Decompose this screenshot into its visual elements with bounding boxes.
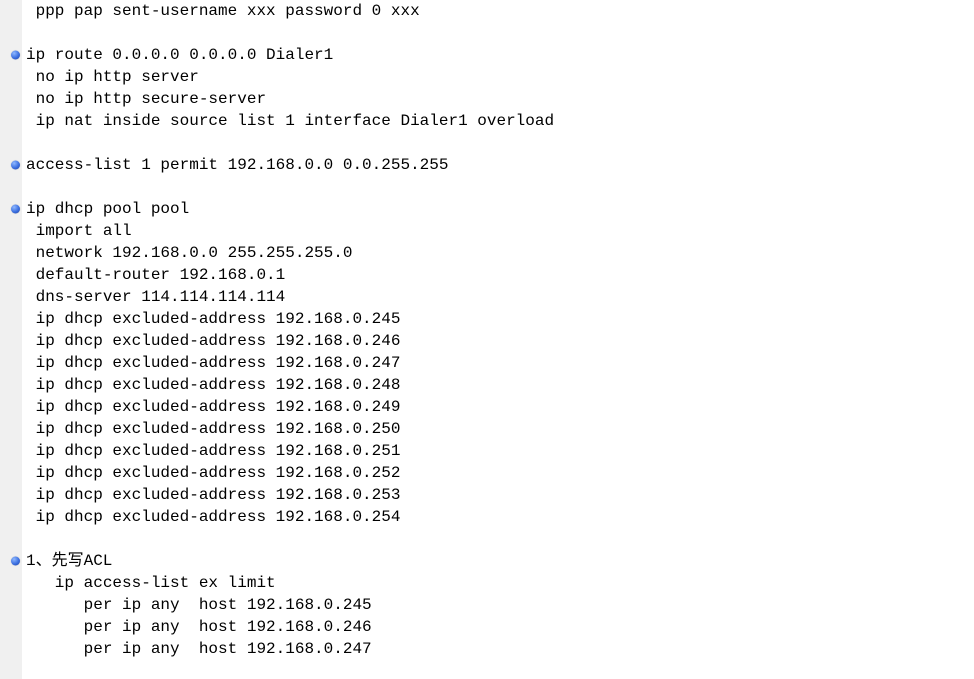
code-line[interactable]: ip route 0.0.0.0 0.0.0.0 Dialer1 <box>22 44 974 66</box>
code-line-text: dns-server 114.114.114.114 <box>22 286 285 308</box>
code-line[interactable]: ip dhcp pool pool <box>22 198 974 220</box>
code-line[interactable]: network 192.168.0.0 255.255.255.0 <box>22 242 974 264</box>
gutter-line <box>0 462 18 484</box>
code-line-text: ip route 0.0.0.0 0.0.0.0 Dialer1 <box>22 44 333 66</box>
code-line-text: no ip http secure-server <box>22 88 266 110</box>
gutter-line <box>0 22 18 44</box>
code-line-text: access-list 1 permit 192.168.0.0 0.0.255… <box>22 154 448 176</box>
editor-gutter <box>0 0 22 679</box>
code-line-text: ip dhcp excluded-address 192.168.0.250 <box>22 418 400 440</box>
gutter-line <box>0 418 18 440</box>
gutter-line <box>0 572 18 594</box>
code-line[interactable] <box>22 132 974 154</box>
code-line-text: ip dhcp excluded-address 192.168.0.251 <box>22 440 400 462</box>
code-line-text: ip dhcp excluded-address 192.168.0.248 <box>22 374 400 396</box>
gutter-line <box>0 132 18 154</box>
gutter-line <box>0 264 18 286</box>
gutter-line <box>0 330 18 352</box>
gutter-line <box>0 110 18 132</box>
code-line-text: default-router 192.168.0.1 <box>22 264 285 286</box>
code-line[interactable]: ip access-list ex limit <box>22 572 974 594</box>
code-line[interactable]: ip dhcp excluded-address 192.168.0.253 <box>22 484 974 506</box>
code-line-text: per ip any host 192.168.0.245 <box>22 594 372 616</box>
gutter-line <box>0 220 18 242</box>
gutter-line <box>0 176 18 198</box>
code-line-text: ip dhcp excluded-address 192.168.0.247 <box>22 352 400 374</box>
code-line-text: ppp pap sent-username xxx password 0 xxx <box>22 0 420 22</box>
code-line-text: per ip any host 192.168.0.247 <box>22 638 372 660</box>
code-line-text: 1、先写ACL <box>22 550 112 572</box>
code-line[interactable]: ppp pap sent-username xxx password 0 xxx <box>22 0 974 22</box>
gutter-line <box>0 638 18 660</box>
gutter-line <box>0 594 18 616</box>
code-line[interactable]: access-list 1 permit 192.168.0.0 0.0.255… <box>22 154 974 176</box>
code-line[interactable]: dns-server 114.114.114.114 <box>22 286 974 308</box>
gutter-line <box>0 484 18 506</box>
code-line[interactable]: import all <box>22 220 974 242</box>
code-line[interactable]: ip nat inside source list 1 interface Di… <box>22 110 974 132</box>
code-line[interactable]: no ip http secure-server <box>22 88 974 110</box>
code-line[interactable]: ip dhcp excluded-address 192.168.0.252 <box>22 462 974 484</box>
code-line[interactable]: per ip any host 192.168.0.246 <box>22 616 974 638</box>
gutter-line <box>0 242 18 264</box>
fold-marker-icon[interactable] <box>11 161 20 170</box>
code-line[interactable]: ip dhcp excluded-address 192.168.0.248 <box>22 374 974 396</box>
code-line[interactable] <box>22 22 974 44</box>
code-line[interactable]: ip dhcp excluded-address 192.168.0.251 <box>22 440 974 462</box>
code-line-text: ip dhcp excluded-address 192.168.0.249 <box>22 396 400 418</box>
code-line[interactable]: per ip any host 192.168.0.247 <box>22 638 974 660</box>
gutter-line <box>0 308 18 330</box>
gutter-line <box>0 374 18 396</box>
code-line-text: per ip any host 192.168.0.246 <box>22 616 372 638</box>
code-line[interactable]: ip dhcp excluded-address 192.168.0.247 <box>22 352 974 374</box>
code-line[interactable]: ip dhcp excluded-address 192.168.0.254 <box>22 506 974 528</box>
editor-code-area[interactable]: ppp pap sent-username xxx password 0 xxx… <box>22 0 974 679</box>
fold-marker-icon[interactable] <box>11 51 20 60</box>
gutter-line <box>0 440 18 462</box>
code-line[interactable]: default-router 192.168.0.1 <box>22 264 974 286</box>
gutter-line <box>0 396 18 418</box>
fold-marker-icon[interactable] <box>11 557 20 566</box>
code-line-text: ip dhcp excluded-address 192.168.0.254 <box>22 506 400 528</box>
code-line-text: ip dhcp excluded-address 192.168.0.246 <box>22 330 400 352</box>
code-line[interactable]: ip dhcp excluded-address 192.168.0.250 <box>22 418 974 440</box>
code-line-text: ip access-list ex limit <box>22 572 276 594</box>
code-line[interactable]: per ip any host 192.168.0.245 <box>22 594 974 616</box>
gutter-line <box>0 0 18 22</box>
gutter-line <box>0 506 18 528</box>
code-line[interactable] <box>22 176 974 198</box>
gutter-line <box>0 286 18 308</box>
gutter-line <box>0 66 18 88</box>
code-line-text: ip dhcp pool pool <box>22 198 189 220</box>
code-line-text: import all <box>22 220 132 242</box>
code-line-text: ip dhcp excluded-address 192.168.0.252 <box>22 462 400 484</box>
code-line[interactable]: 1、先写ACL <box>22 550 974 572</box>
gutter-line <box>0 352 18 374</box>
gutter-line <box>0 88 18 110</box>
code-line[interactable] <box>22 528 974 550</box>
code-line[interactable]: ip dhcp excluded-address 192.168.0.246 <box>22 330 974 352</box>
code-line[interactable]: no ip http server <box>22 66 974 88</box>
text-editor[interactable]: ppp pap sent-username xxx password 0 xxx… <box>0 0 974 679</box>
code-line-text: network 192.168.0.0 255.255.255.0 <box>22 242 352 264</box>
code-line-text: ip dhcp excluded-address 192.168.0.245 <box>22 308 400 330</box>
gutter-line <box>0 528 18 550</box>
code-line-text: ip dhcp excluded-address 192.168.0.253 <box>22 484 400 506</box>
code-line-text: ip nat inside source list 1 interface Di… <box>22 110 554 132</box>
fold-marker-icon[interactable] <box>11 205 20 214</box>
gutter-line <box>0 616 18 638</box>
code-line-text: no ip http server <box>22 66 199 88</box>
code-line[interactable]: ip dhcp excluded-address 192.168.0.249 <box>22 396 974 418</box>
code-line[interactable]: ip dhcp excluded-address 192.168.0.245 <box>22 308 974 330</box>
